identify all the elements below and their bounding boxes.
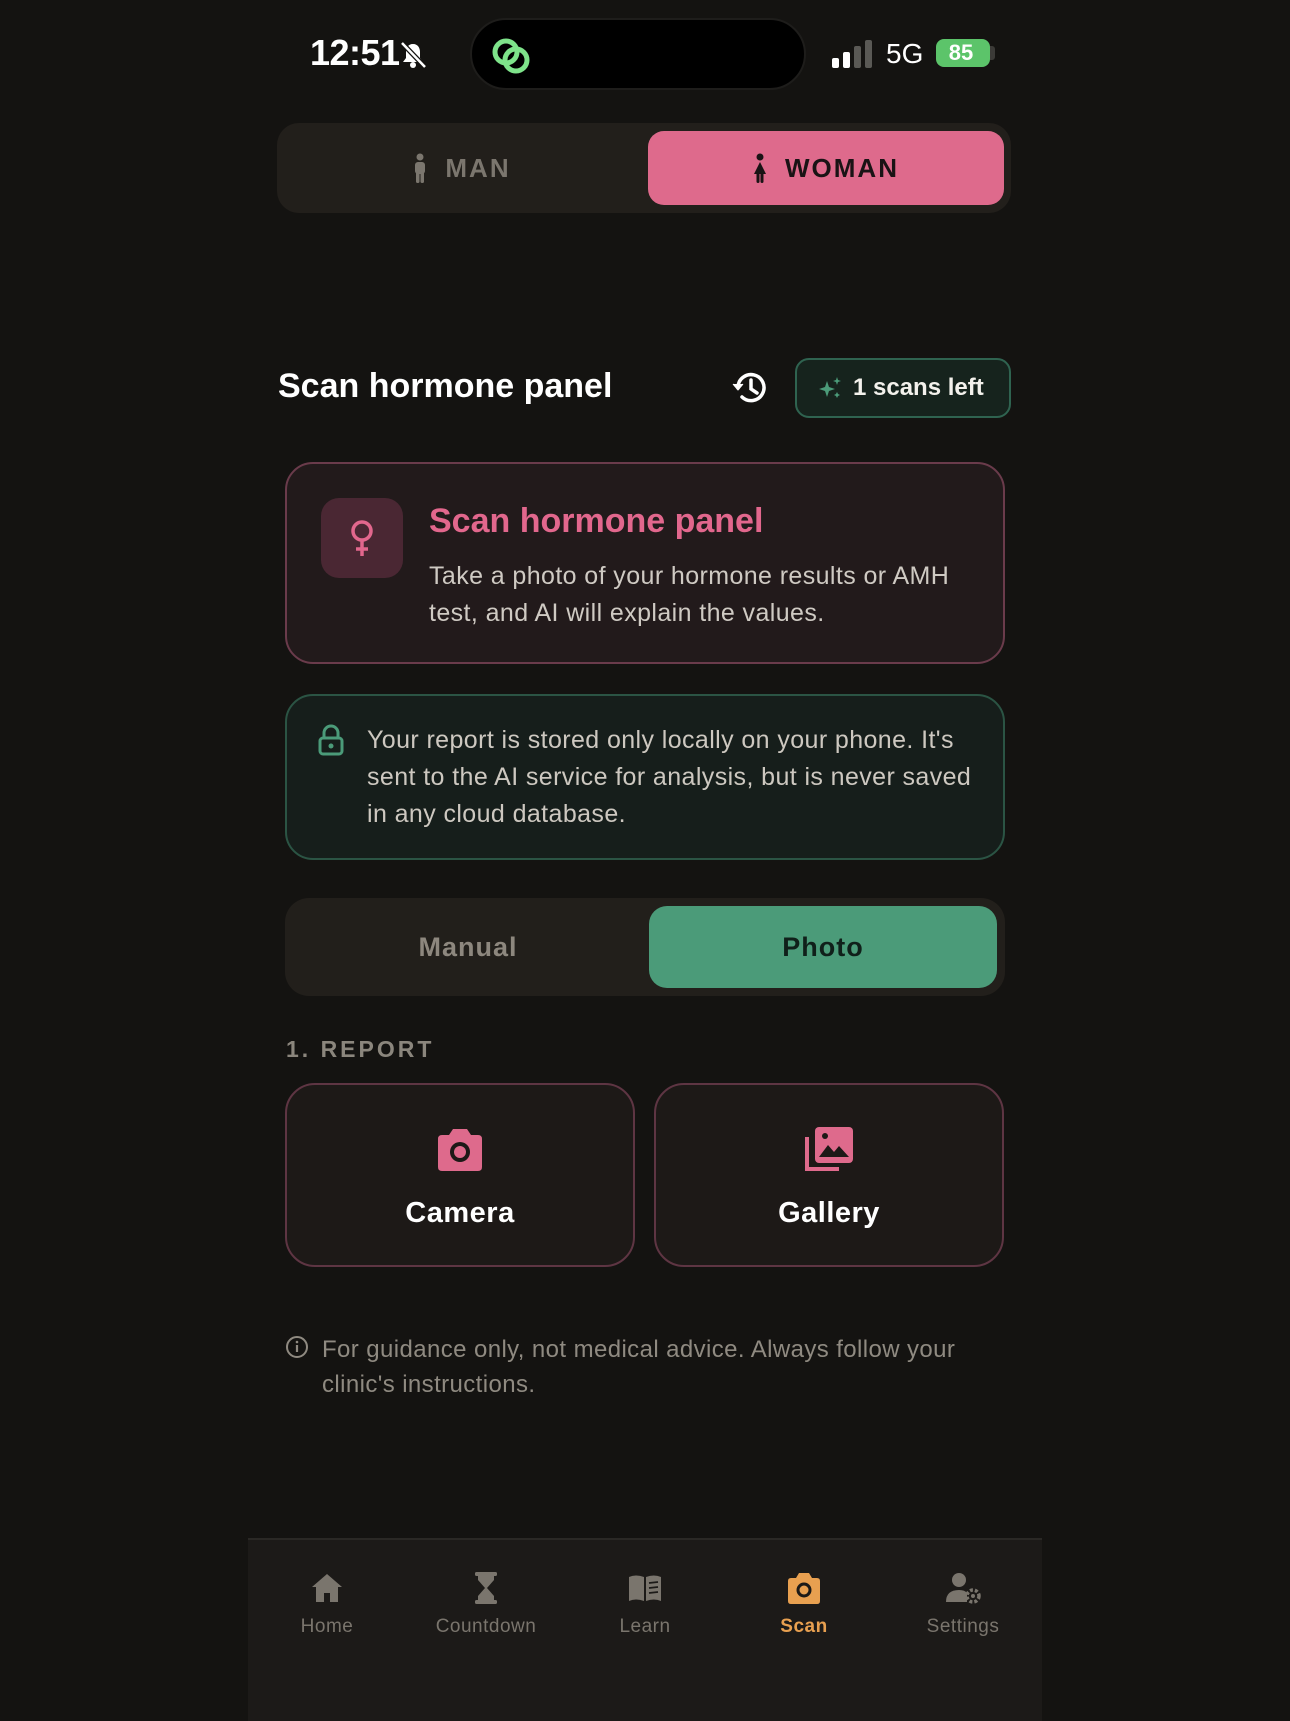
- sparkle-icon: [819, 377, 841, 398]
- venus-icon: [351, 520, 373, 556]
- camera-label: Camera: [405, 1197, 515, 1229]
- book-icon: [629, 1575, 661, 1601]
- scans-left-text: 1 scans left: [853, 374, 984, 401]
- tab-settings[interactable]: Settings: [884, 1570, 1042, 1638]
- page-title: Scan hormone panel: [278, 367, 613, 405]
- dynamic-island: [470, 18, 806, 90]
- mode-option-manual[interactable]: Manual: [293, 906, 643, 988]
- camera-icon: [788, 1573, 820, 1604]
- privacy-notice: Your report is stored only locally on yo…: [285, 694, 1005, 860]
- input-mode-toggle: Manual Photo: [285, 898, 1005, 996]
- camera-button[interactable]: Camera: [285, 1083, 635, 1267]
- tab-home-label: Home: [300, 1616, 354, 1637]
- bell-muted-icon: [400, 41, 427, 69]
- venus-icon-box: [321, 498, 403, 578]
- home-icon: [312, 1574, 342, 1602]
- scan-info-card: Scan hormone panel Take a photo of your …: [285, 462, 1005, 664]
- user-settings-icon: [946, 1573, 981, 1604]
- gender-option-woman[interactable]: WOMAN: [648, 131, 1004, 205]
- gallery-label: Gallery: [778, 1197, 880, 1229]
- disclaimer-text: For guidance only, not medical advice. A…: [322, 1336, 956, 1398]
- gender-option-man[interactable]: MAN: [285, 131, 639, 205]
- tab-countdown-label: Countdown: [435, 1616, 537, 1637]
- tab-settings-label: Settings: [926, 1616, 1000, 1637]
- photo-library-icon: [805, 1127, 853, 1171]
- gallery-button[interactable]: Gallery: [654, 1083, 1004, 1267]
- tab-scan-label: Scan: [780, 1616, 828, 1637]
- scan-screen: 12:51 5G 85 MAN WOMAN Scan hormone panel…: [0, 0, 1290, 1721]
- history-icon[interactable]: [730, 368, 770, 408]
- tab-learn[interactable]: Learn: [566, 1570, 724, 1638]
- info-icon: [286, 1336, 308, 1358]
- info-card-title: Scan hormone panel: [429, 502, 764, 540]
- lock-icon: [318, 724, 344, 756]
- gender-man-label: MAN: [445, 152, 511, 183]
- man-icon: [415, 153, 426, 183]
- tab-home[interactable]: Home: [248, 1570, 406, 1638]
- tab-learn-label: Learn: [619, 1616, 671, 1637]
- signal-icon: [832, 40, 872, 68]
- network-type: 5G: [886, 38, 924, 69]
- bottom-tab-bar: Home Countdown Learn Scan Settings: [248, 1538, 1042, 1721]
- battery-indicator: 85: [936, 39, 990, 67]
- gender-woman-label: WOMAN: [785, 152, 899, 183]
- gender-toggle: MAN WOMAN: [277, 123, 1011, 213]
- tab-scan[interactable]: Scan: [725, 1570, 883, 1638]
- privacy-text: Your report is stored only locally on yo…: [367, 726, 972, 828]
- tab-countdown[interactable]: Countdown: [407, 1570, 565, 1638]
- status-bar: 12:51 5G 85: [0, 0, 1290, 110]
- hourglass-icon: [475, 1572, 497, 1604]
- link-app-icon: [492, 38, 530, 74]
- woman-icon: [754, 153, 766, 183]
- battery-tip: [990, 46, 995, 60]
- mode-option-photo[interactable]: Photo: [649, 906, 997, 988]
- info-card-description: Take a photo of your hormone results or …: [429, 562, 950, 627]
- camera-icon: [438, 1129, 482, 1171]
- status-time: 12:51: [310, 32, 400, 73]
- report-section-label: 1. REPORT: [286, 1036, 435, 1062]
- battery-level: 85: [948, 40, 974, 65]
- scans-left-badge[interactable]: 1 scans left: [795, 358, 1011, 418]
